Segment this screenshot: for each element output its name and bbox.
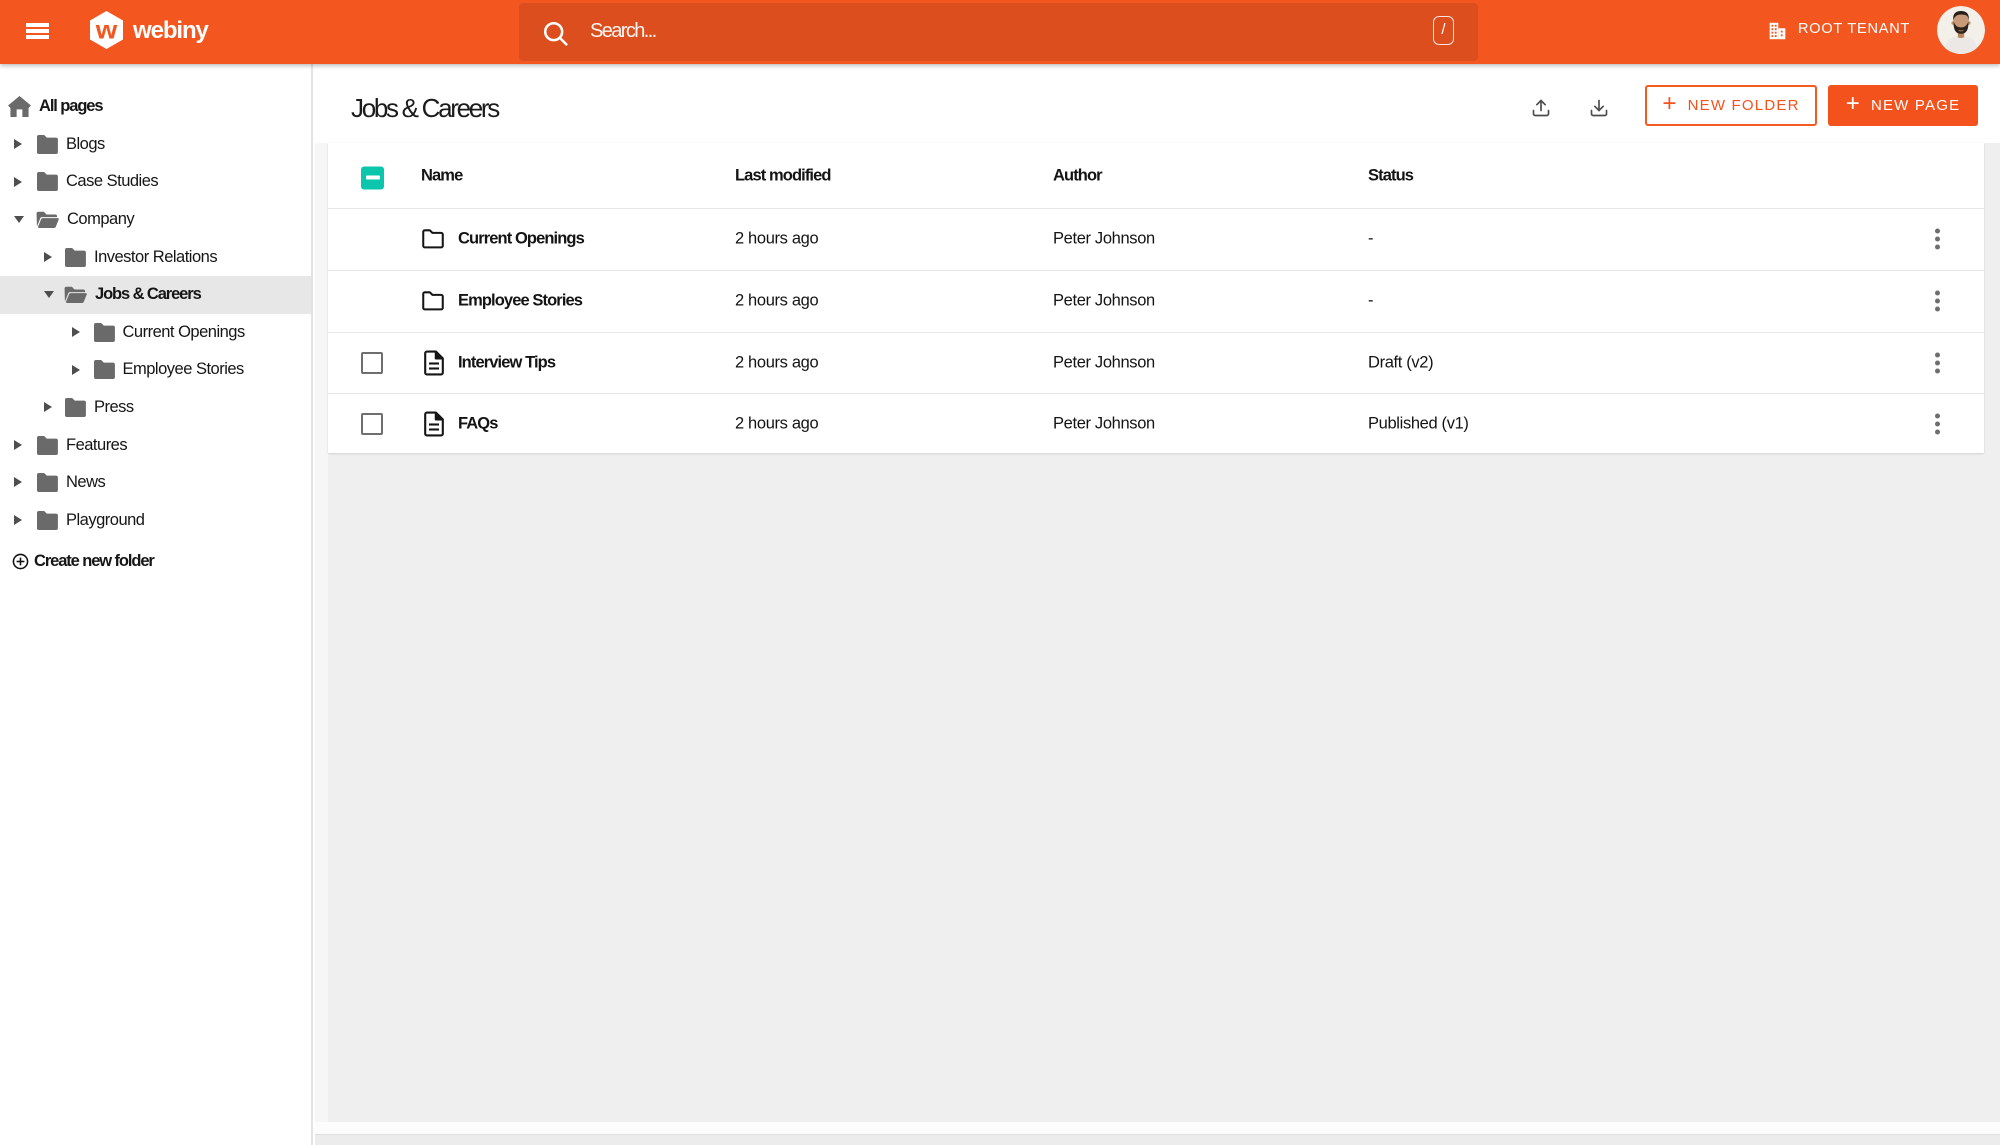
svg-text:w: w — [95, 15, 118, 45]
